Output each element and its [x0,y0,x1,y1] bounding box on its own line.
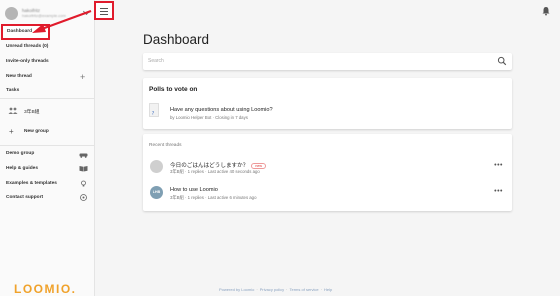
divider [0,145,95,146]
threads-card: Recent threads 今日のごはんはどうしますか？ new 3年B組 · … [143,134,512,211]
thread-title-text: How to use Loomio [170,187,218,193]
sidebar-item-dashboard[interactable]: Dashboard [1,24,50,40]
support-icon [80,194,87,201]
poll-question-icon: ? [149,103,159,117]
polls-card: Polls to vote on ? Have any questions ab… [143,78,512,129]
thread-row[interactable]: LHB How to use Loomio 3年B組 · 1 replies ·… [143,183,512,207]
thread-title[interactable]: 今日のごはんはどうしますか？ new [170,161,266,169]
menu-icon-bar [100,11,108,12]
polls-title: Polls to vote on [149,86,198,93]
search-placeholder: Search [148,58,164,64]
sidebar-link-help[interactable]: Help & guides [6,166,38,172]
book-icon [79,166,88,172]
sidebar-item-label: Dashboard [7,29,33,34]
divider [0,98,95,99]
plus-icon[interactable]: + [80,73,85,82]
search-input[interactable]: Search [143,53,512,70]
plus-icon: + [9,127,14,136]
thread-avatar [150,160,163,173]
sidebar-link-examples[interactable]: Examples & templates [6,181,57,187]
thread-title[interactable]: How to use Loomio [170,187,218,193]
loomio-logo: LOOMIO. [14,282,77,296]
menu-icon [100,8,108,9]
avatar [5,6,18,20]
new-group-button[interactable]: New group [24,129,49,134]
lightbulb-icon [81,180,86,187]
user-menu[interactable]: hakoifritz hakoifritz@example.com [5,4,91,22]
sidebar-item-unread[interactable]: Unread threads (0) [6,44,48,50]
poll-meta: by Loomio Helper Bot · Closing in 7 days [170,115,248,120]
footer-help-link[interactable]: Help [324,287,332,292]
footer: Powered by Loomio · Privacy policy · Terms o… [219,287,333,292]
page-title: Dashboard [143,32,210,47]
thread-row[interactable]: 今日のごはんはどうしますか？ new 3年B組 · 1 replies · Las… [143,157,512,181]
footer-terms-link[interactable]: Terms of service [290,287,319,292]
sidebar-item-group[interactable]: 3年B組 [24,108,39,115]
threads-heading: Recent threads [149,143,182,148]
thread-meta: 3年B組 · 1 replies · Last active 6 minutes… [170,195,257,200]
search-icon[interactable] [497,56,507,66]
sidebar: hakoifritz hakoifritz@example.com Dashbo… [0,0,95,296]
menu-toggle-button[interactable] [94,1,114,20]
new-badge: new [251,162,266,169]
poll-question-link[interactable]: Have any questions about using Loomio? [170,107,273,113]
car-icon [79,153,88,158]
sidebar-item-tasks[interactable]: Tasks [6,88,19,94]
user-email: hakoifritz@example.com [22,13,66,18]
more-options-icon[interactable]: ••• [494,188,503,195]
bell-icon[interactable] [541,6,551,16]
svg-text:?: ? [152,111,155,117]
user-info: hakoifritz hakoifritz@example.com [22,8,91,18]
sidebar-link-demo-group[interactable]: Demo group [6,151,34,157]
footer-powered-link[interactable]: Powered by Loomio [219,287,254,292]
group-icon [8,107,18,114]
sidebar-item-invite-only[interactable]: Invite-only threads [6,59,49,65]
sidebar-link-contact[interactable]: Contact support [6,195,43,201]
thread-avatar: LHB [150,186,163,199]
sidebar-item-new-thread[interactable]: New thread [6,74,32,80]
more-options-icon[interactable]: ••• [494,162,503,169]
footer-privacy-link[interactable]: Privacy policy [260,287,284,292]
menu-icon-bar [100,14,108,15]
thread-meta: 3年B組 · 1 replies · Last active 40 second… [170,169,260,174]
